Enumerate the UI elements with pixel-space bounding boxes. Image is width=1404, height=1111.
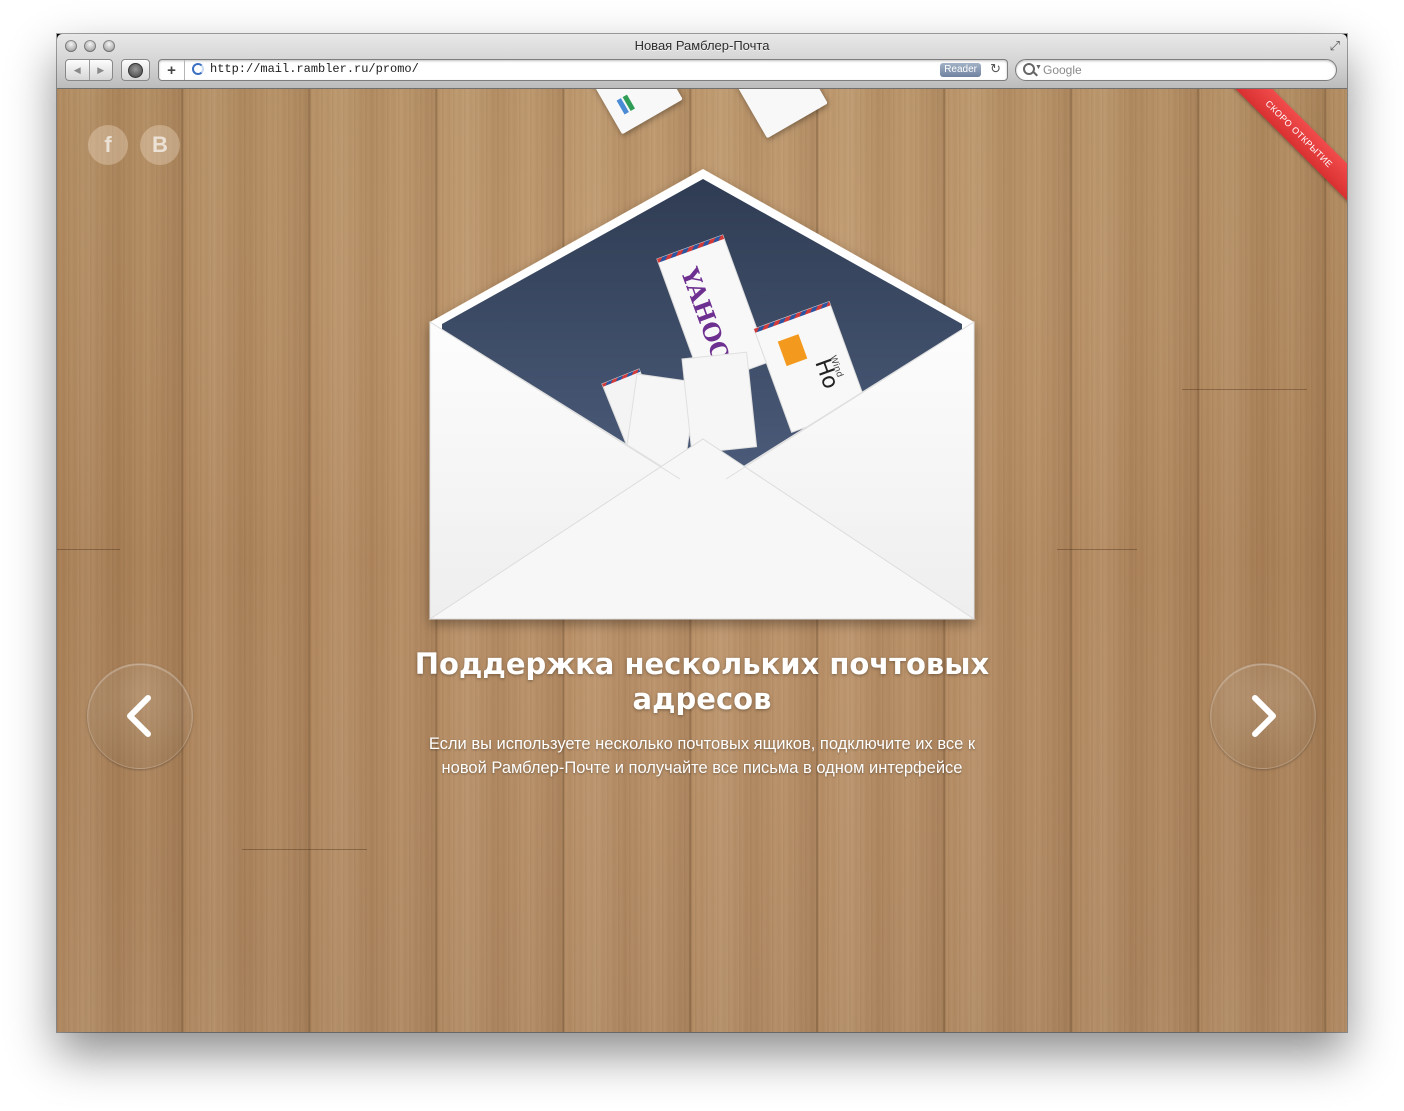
reload-icon[interactable]: ↻ [990,61,1001,77]
chevron-left-icon [127,695,151,737]
feature-description: Если вы используете несколько почтовых я… [428,735,976,777]
facebook-button[interactable]: f [88,125,128,165]
add-bookmark-button[interactable]: + [159,60,185,80]
favicon-icon [192,63,204,75]
prev-slide-button[interactable] [87,663,193,769]
search-bar[interactable]: ▼ Google [1015,59,1337,81]
wood-seam [1057,549,1137,550]
promo-page: f B СКОРО ОТКРЫТИЕ YAHOO! Ho Wind Поддер… [57,89,1347,1032]
reader-button[interactable]: Reader [940,63,981,77]
fullscreen-icon[interactable]: ⤢ [1330,38,1340,54]
forward-button[interactable]: ▶ [88,60,113,80]
wood-seam [1182,389,1307,390]
search-icon [1023,63,1035,75]
small-letter [681,351,758,455]
next-slide-button[interactable] [1210,663,1316,769]
vk-button[interactable]: B [140,125,180,165]
chevron-right-icon [1252,695,1276,737]
browser-window: Новая Рамблер-Почта ⤢ ◀ ▶ + http://mail.… [57,34,1347,1032]
search-engine-dropdown-icon[interactable]: ▼ [1035,64,1042,71]
back-button[interactable]: ◀ [66,60,89,80]
browser-toolbar: Новая Рамблер-Почта ⤢ ◀ ▶ + http://mail.… [57,34,1347,89]
feature-headline: Поддержка нескольких почтовых адресов [414,647,990,716]
wood-seam [242,849,367,850]
wood-seam [57,549,120,550]
top-sites-button[interactable] [121,59,150,81]
history-nav: ◀ ▶ [65,59,113,81]
url-field[interactable]: http://mail.rambler.ru/promo/ [210,62,419,76]
window-title: Новая Рамблер-Почта [634,38,770,53]
envelope-illustration: YAHOO! Ho Wind [428,169,976,620]
search-input[interactable]: Google [1043,63,1082,77]
address-bar[interactable]: + http://mail.rambler.ru/promo/ Reader ↻ [158,59,1008,81]
top-sites-icon [128,62,143,78]
